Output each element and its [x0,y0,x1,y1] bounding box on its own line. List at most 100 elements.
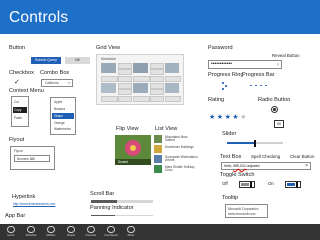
toggle-track [286,182,295,187]
grid-item[interactable] [133,96,150,102]
flyout-input[interactable]: Numeric 886 [14,155,50,162]
grid-item[interactable] [118,76,132,82]
app-bar-button-label: Favorites [85,234,97,238]
toggle-off-label: Off [222,181,228,186]
grid-item[interactable] [150,76,164,82]
star-icon[interactable]: ★ [217,114,223,121]
hyperlink-label: Hyperlink [12,194,36,200]
grid-item[interactable] [150,69,164,75]
slider-fill [227,142,255,144]
clear-icon[interactable]: × [305,163,308,169]
dropdown-item[interactable]: Watermelon [54,127,71,131]
dropdown-selected[interactable]: Grape [52,113,74,119]
combo-box[interactable]: California ▾ [41,79,73,87]
list-item[interactable]: Sunnyside Workstation Arbors [165,155,198,163]
text-box[interactable]: Hello, WRLD2U adjusted × [221,162,311,170]
ok-button[interactable]: OK [65,57,90,64]
app-bar-button-label: Music [127,234,135,238]
text-box-suffix: adjusted [246,163,260,168]
app-bar-icon [87,226,95,234]
password-field[interactable]: •••••••••••• ? [208,60,282,69]
scroll-bar[interactable] [91,200,153,203]
grid-item[interactable] [101,76,118,82]
context-menu-selected[interactable]: Copy [13,107,27,113]
grid-item[interactable] [165,63,179,73]
list-thumb [154,135,162,143]
dropdown-item[interactable]: Orange [54,121,65,125]
scroll-thumb[interactable] [91,200,117,203]
toggle-on-label: On [268,181,274,186]
password-value: •••••••••••• [211,61,233,67]
grid-item[interactable] [101,96,118,102]
hyperlink[interactable]: http://www.thisisbreaders.com [13,202,55,206]
star-icon[interactable]: ★ [232,114,238,121]
grid-item[interactable] [150,89,164,95]
combo-box-value: California [45,81,59,85]
grid-item[interactable] [101,83,116,93]
app-bar-button-home[interactable]: Home [3,226,19,237]
grid-item[interactable] [118,69,132,75]
app-bar-button-mailbox[interactable]: Mailbox [43,226,59,237]
list-thumb [154,165,162,173]
radio-button-label: Radio Button [258,97,291,103]
checkbox-check-icon[interactable]: ✓ [14,79,20,86]
grid-item[interactable] [133,63,148,73]
flip-view-image[interactable]: Sunset [115,135,151,165]
grid-view-header: Schedule [101,57,116,61]
rating-stars[interactable]: ★ ★ ★ ★ ★ [209,106,248,124]
panning-indicator [91,215,153,217]
grid-item[interactable] [165,76,181,82]
toggle-switch-label: Toggle Switch [220,172,255,178]
dropdown-item[interactable]: Apple [54,100,62,104]
grid-item[interactable] [118,96,132,102]
star-icon[interactable]: ★ [225,114,231,121]
grid-view[interactable]: Schedule [96,54,184,105]
app-bar: Home Schedule Mailbox People Favorites Cost R… [0,224,320,240]
slider-thumb[interactable] [254,139,257,147]
misspelled-word: WRLD2U [233,163,247,168]
grid-item[interactable] [133,83,148,93]
text-box-prefix: Hello, [224,163,234,168]
grid-item[interactable] [150,96,164,102]
app-bar-button-favorites[interactable]: Favorites [83,226,99,237]
app-bar-button-label: Home [7,234,15,238]
spell-checking-label: Spell Checking [251,154,281,159]
grid-item[interactable] [101,63,116,73]
dropdown-item[interactable]: Banana [54,107,65,111]
grid-item[interactable] [118,89,132,95]
toggle-thumb [296,181,299,188]
list-item[interactable]: Mars Shuttle Holiday Crew [165,165,198,173]
slider-value-bubble: 50 [274,120,284,128]
tooltip: Microsoft Corporation www.microsoft.com [225,204,268,218]
list-view[interactable]: Mountains Most Salient Downtown Building… [154,135,199,174]
radio-button[interactable] [271,106,278,113]
grid-item[interactable] [165,83,179,93]
app-bar-button-cost-report[interactable]: Cost Report [103,226,119,237]
app-bar-button-label: Schedule [25,234,37,238]
reveal-eye-icon[interactable]: ? [277,62,279,67]
password-label: Password [208,45,233,51]
star-icon[interactable]: ★ [209,114,215,121]
list-item[interactable]: Downtown Buildings [165,145,198,149]
app-bar-button-schedule[interactable]: Schedule [23,226,39,237]
progress-bar-label: Progress Bar [242,72,275,78]
app-bar-icon [27,226,35,234]
toggle-switch-on[interactable] [285,181,301,188]
star-icon[interactable]: ★ [240,114,246,121]
grid-item[interactable] [133,76,150,82]
submit-query-button[interactable]: Submit Query [31,57,61,64]
slider-label: Slider [222,131,237,137]
grid-item[interactable] [165,96,181,102]
rating-label: Rating [208,97,225,103]
context-menu-item[interactable]: Paste [14,116,22,120]
app-bar-button-music[interactable]: Music [123,226,139,237]
app-bar-button-label: Mailbox [46,234,56,238]
chevron-down-icon: ▾ [68,81,70,85]
tooltip-label: Tooltip [222,195,239,201]
toggle-switch-off[interactable] [239,181,255,188]
list-item[interactable]: Mountains Most Salient [165,135,198,143]
context-menu-item[interactable]: Cut [14,100,19,104]
text-box-label: Text Box [220,154,242,160]
clear-button-label: Clear Button [290,154,315,159]
app-bar-button-people[interactable]: People [63,226,79,237]
